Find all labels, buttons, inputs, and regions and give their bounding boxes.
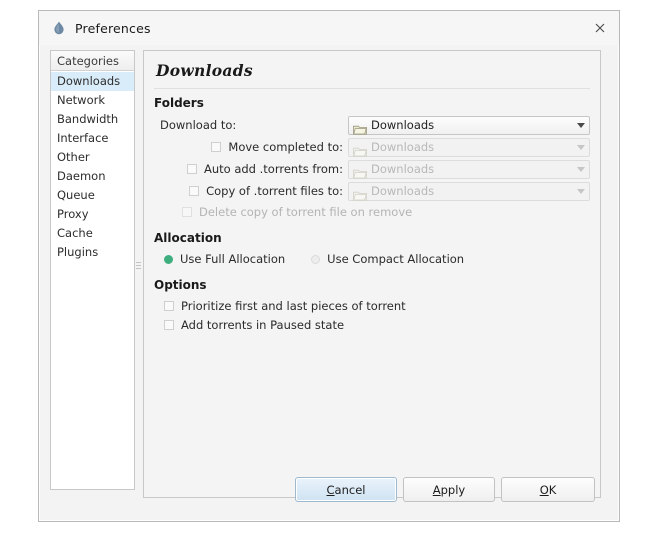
ok-label: K [548,482,557,497]
folder-icon [353,142,367,157]
ok-button[interactable]: OK [501,477,595,502]
move-completed-combo: Downloads [348,137,590,157]
add-paused-label: Add torrents in Paused state [181,317,345,332]
window-body: Categories Downloads Network Bandwidth I… [39,45,619,521]
download-to-label-cell: Download to: [152,118,348,132]
categories-list: Downloads Network Bandwidth Interface Ot… [51,71,134,262]
preferences-window: Preferences Categories Downloads Network… [38,10,620,522]
copy-torrent-checkbox[interactable] [189,186,200,196]
pane-splitter-handle[interactable] [136,260,143,290]
copy-torrent-label-cell: Copy of .torrent files to: [152,184,348,198]
delete-copy-label: Delete copy of torrent file on remove [199,205,413,219]
allocation-heading: Allocation [154,231,222,245]
panel-content: Folders Download to: Downloads Move comp… [144,89,600,334]
folder-icon [353,164,367,179]
prioritize-pieces-checkbox[interactable] [164,300,174,311]
ok-mnemonic: O [539,482,549,497]
row-copy-torrent-files: Copy of .torrent files to: Downloads [152,180,590,202]
title-bar: Preferences [39,11,619,45]
download-to-value: Downloads [371,118,435,132]
sidebar-item-downloads[interactable]: Downloads [51,72,134,91]
row-download-to: Download to: Downloads [152,114,590,136]
row-delete-copy-on-remove: Delete copy of torrent file on remove [152,202,590,222]
chevron-down-icon [577,166,585,172]
sidebar-item-interface[interactable]: Interface [51,129,134,148]
row-auto-add-torrents: Auto add .torrents from: Downloads [152,158,590,180]
window-title: Preferences [75,20,151,36]
move-completed-label-cell: Move completed to: [152,140,348,154]
row-add-paused: Add torrents in Paused state [152,315,590,334]
auto-add-combo: Downloads [348,159,590,179]
allocation-radio-group: Use Full Allocation Use Compact Allocati… [152,249,590,269]
download-to-label: Download to: [160,118,237,132]
prioritize-pieces-label: Prioritize first and last pieces of torr… [181,298,406,313]
cancel-button[interactable]: Cancel [295,477,397,502]
apply-button[interactable]: Apply [403,477,495,502]
sidebar-item-plugins[interactable]: Plugins [51,243,134,262]
folders-heading: Folders [154,96,204,110]
cancel-label: ancel [334,482,366,497]
download-to-combo[interactable]: Downloads [348,115,590,135]
add-paused-checkbox[interactable] [164,319,174,330]
sidebar-item-queue[interactable]: Queue [51,186,134,205]
row-prioritize-pieces: Prioritize first and last pieces of torr… [152,296,590,315]
sidebar-item-proxy[interactable]: Proxy [51,205,134,224]
move-completed-checkbox[interactable] [211,142,222,152]
deluge-droplet-icon [51,20,67,36]
row-move-completed-to: Move completed to: Downloads [152,136,590,158]
sidebar-item-cache[interactable]: Cache [51,224,134,243]
chevron-down-icon [577,122,585,128]
downloads-settings-panel: Downloads Folders Download to: Downloads… [143,50,601,498]
delete-copy-checkbox [182,207,192,217]
splitter-grip-line [136,268,141,269]
categories-sidebar: Categories Downloads Network Bandwidth I… [50,50,135,490]
sidebar-item-other[interactable]: Other [51,148,134,167]
sidebar-item-daemon[interactable]: Daemon [51,167,134,186]
compact-allocation-label: Use Compact Allocation [327,252,465,266]
radio-full-allocation[interactable] [164,254,173,264]
copy-torrent-combo: Downloads [348,181,590,201]
options-heading: Options [154,278,207,292]
dialog-button-bar: Cancel Apply OK [39,465,619,521]
sidebar-item-bandwidth[interactable]: Bandwidth [51,110,134,129]
folder-icon [353,186,367,201]
full-allocation-label: Use Full Allocation [180,252,286,266]
auto-add-value: Downloads [371,162,435,176]
move-completed-value: Downloads [371,140,435,154]
splitter-grip-line [136,262,141,263]
auto-add-checkbox[interactable] [186,164,197,174]
apply-label: pply [440,482,466,497]
categories-header: Categories [51,51,134,71]
apply-mnemonic: A [432,482,441,497]
copy-torrent-label: Copy of .torrent files to: [206,184,343,198]
move-completed-label: Move completed to: [228,140,343,154]
splitter-grip-line [136,265,141,266]
chevron-down-icon [577,144,585,150]
cancel-mnemonic: C [326,482,335,497]
page-title: Downloads [156,61,253,80]
auto-add-label: Auto add .torrents from: [203,162,343,176]
folder-icon [353,120,367,135]
auto-add-label-cell: Auto add .torrents from: [152,162,348,176]
close-icon[interactable] [587,17,613,39]
chevron-down-icon [577,188,585,194]
sidebar-item-network[interactable]: Network [51,91,134,110]
copy-torrent-value: Downloads [371,184,435,198]
radio-compact-allocation[interactable] [311,254,321,264]
